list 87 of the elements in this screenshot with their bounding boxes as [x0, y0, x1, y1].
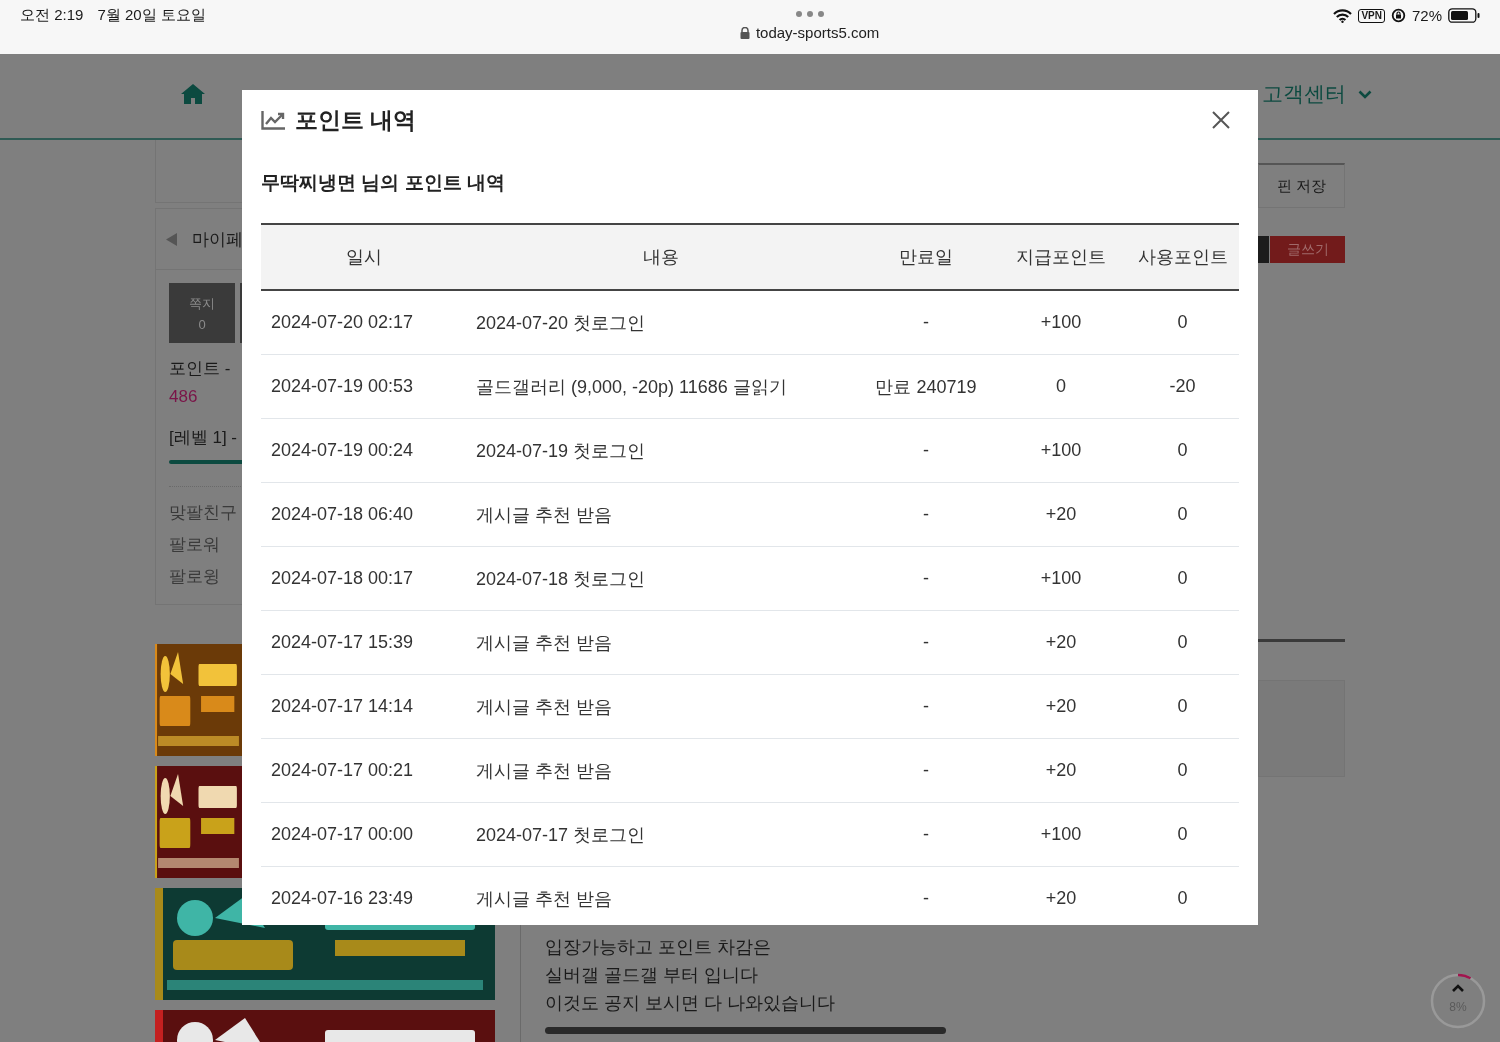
sidebar-link[interactable]: 팔로윙 — [169, 561, 220, 593]
table-cell: 0 — [1126, 738, 1239, 803]
table-cell: -20 — [1126, 354, 1239, 419]
table-cell: +100 — [996, 418, 1126, 483]
url-text[interactable]: today-sports5.com — [755, 24, 880, 41]
table-cell: - — [856, 546, 996, 611]
notice-text: 입장가능하고 포인트 차감은 — [545, 936, 771, 959]
more-dots-icon[interactable] — [794, 10, 825, 18]
table-cell: - — [856, 290, 996, 355]
table-cell: +100 — [996, 546, 1126, 611]
table-cell: +100 — [996, 290, 1126, 355]
table-cell: 게시글 추천 받음 — [466, 866, 856, 925]
notice-text: 실버갤 골드갤 부터 입니다 — [545, 964, 758, 987]
close-icon[interactable] — [1211, 110, 1231, 130]
table-cell: +100 — [996, 802, 1126, 867]
table-cell: 0 — [996, 354, 1126, 419]
progress-ring — [1429, 972, 1487, 1030]
chevron-down-icon — [1358, 89, 1372, 99]
table-cell: +20 — [996, 482, 1126, 547]
lock-icon — [739, 26, 750, 39]
table-cell: 게시글 추천 받음 — [466, 674, 856, 739]
table-cell: 게시글 추천 받음 — [466, 738, 856, 803]
level-label: [레벨 1] - — [169, 427, 237, 449]
table-cell: +20 — [996, 866, 1126, 925]
caret-up-icon — [1452, 984, 1464, 992]
table-cell: 2024-07-18 06:40 — [261, 482, 466, 547]
table-cell: 2024-07-20 02:17 — [261, 290, 466, 355]
table-cell: 0 — [1126, 610, 1239, 675]
table-cell: - — [856, 482, 996, 547]
table-cell: 2024-07-16 23:49 — [261, 866, 466, 925]
message-tile[interactable]: 쪽지 0 — [169, 283, 235, 343]
table-cell: - — [856, 866, 996, 925]
home-icon[interactable] — [180, 83, 206, 105]
nav-menu-item[interactable]: 고객센터 — [1262, 80, 1372, 108]
dialog-title: 포인트 내역 — [295, 105, 417, 135]
table-cell: - — [856, 610, 996, 675]
table-cell: 2024-07-20 첫로그인 — [466, 290, 856, 355]
table-cell: 게시글 추천 받음 — [466, 610, 856, 675]
table-cell: 2024-07-18 첫로그인 — [466, 546, 856, 611]
table-cell: 2024-07-17 00:00 — [261, 802, 466, 867]
table-cell: 2024-07-19 첫로그인 — [466, 418, 856, 483]
column-header: 일시 — [261, 224, 466, 290]
rotation-lock-icon — [1390, 8, 1406, 23]
table-cell: 0 — [1126, 418, 1239, 483]
table-cell: 0 — [1126, 290, 1239, 355]
date-text: 7월 20일 토요일 — [97, 6, 206, 25]
table-cell: 골드갤러리 (9,000, -20p) 11686 글읽기 — [466, 354, 856, 419]
battery-percent: 72% — [1411, 7, 1442, 24]
scrollbar[interactable] — [545, 1027, 946, 1034]
table-cell: 0 — [1126, 674, 1239, 739]
table-cell: - — [856, 674, 996, 739]
table-cell: 0 — [1126, 482, 1239, 547]
table-cell: - — [856, 738, 996, 803]
sidebar-title: 마이페 — [192, 228, 243, 251]
points-value: 486 — [169, 386, 198, 408]
sidebar-link[interactable]: 팔로워 — [169, 529, 220, 561]
column-header: 내용 — [466, 224, 856, 290]
dialog-subtitle: 무딱찌냉면 님의 포인트 내역 — [261, 171, 506, 195]
table-cell: 2024-07-17 14:14 — [261, 674, 466, 739]
table-cell: 2024-07-17 첫로그인 — [466, 802, 856, 867]
column-header: 지급포인트 — [996, 224, 1126, 290]
chart-icon — [261, 110, 286, 130]
table-cell: +20 — [996, 674, 1126, 739]
table-cell: +20 — [996, 610, 1126, 675]
vpn-badge: VPN — [1358, 8, 1385, 23]
notice-text: 이것도 공지 보시면 다 나와있습니다 — [545, 992, 835, 1015]
table-cell: 2024-07-17 00:21 — [261, 738, 466, 803]
table-cell: 2024-07-19 00:53 — [261, 354, 466, 419]
table-cell: 만료 240719 — [856, 354, 996, 419]
wifi-icon — [1333, 8, 1353, 23]
points-label: 포인트 - — [169, 358, 231, 380]
table-cell: - — [856, 802, 996, 867]
write-button[interactable]: 글쓰기 — [1270, 236, 1345, 263]
column-header: 만료일 — [856, 224, 996, 290]
column-header: 사용포인트 — [1126, 224, 1239, 290]
table-cell: - — [856, 418, 996, 483]
table-cell: 0 — [1126, 866, 1239, 925]
table-cell: 2024-07-17 15:39 — [261, 610, 466, 675]
table-cell: 2024-07-18 00:17 — [261, 546, 466, 611]
table-cell: 2024-07-19 00:24 — [261, 418, 466, 483]
table-cell: 0 — [1126, 802, 1239, 867]
battery-icon — [1448, 8, 1480, 23]
table-cell: 게시글 추천 받음 — [466, 482, 856, 547]
table-cell: 0 — [1126, 546, 1239, 611]
table-cell: +20 — [996, 738, 1126, 803]
sidebar-link[interactable]: 맞팔친구 — [169, 497, 237, 529]
clock-time: 오전 2:19 — [20, 6, 84, 25]
